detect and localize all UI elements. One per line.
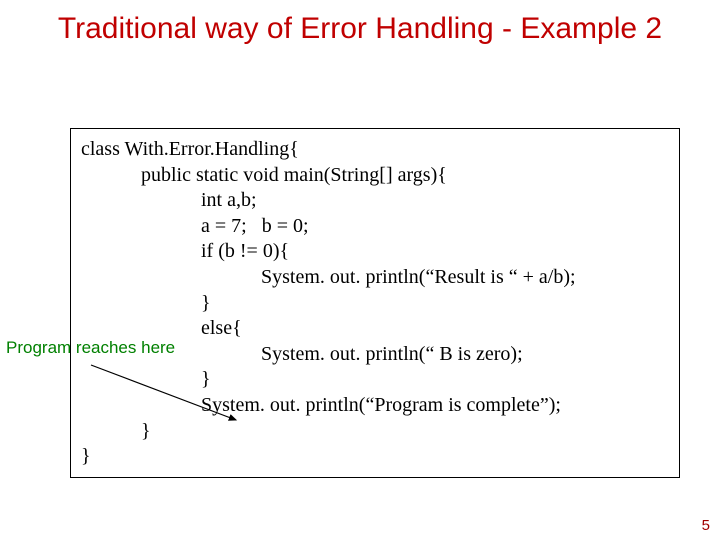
annotation-label: Program reaches here xyxy=(6,338,175,358)
code-line: else{ xyxy=(81,317,242,339)
code-line: System. out. println(“Result is “ + a/b)… xyxy=(81,266,576,288)
code-line: } xyxy=(81,368,211,390)
code-line: if (b != 0){ xyxy=(81,240,289,262)
code-line: System. out. println(“Program is complet… xyxy=(81,394,561,416)
code-line: class With.Error.Handling{ xyxy=(81,138,299,160)
code-line: } xyxy=(81,445,91,467)
code-line: public static void main(String[] args){ xyxy=(81,164,447,186)
code-block: class With.Error.Handling{ public static… xyxy=(81,137,669,470)
code-line: } xyxy=(81,292,211,314)
slide-title: Traditional way of Error Handling - Exam… xyxy=(0,0,720,54)
code-line: } xyxy=(81,420,151,442)
code-container: class With.Error.Handling{ public static… xyxy=(70,128,680,478)
code-line: a = 7; b = 0; xyxy=(81,215,309,237)
code-line: int a,b; xyxy=(81,189,257,211)
page-number: 5 xyxy=(702,517,710,534)
